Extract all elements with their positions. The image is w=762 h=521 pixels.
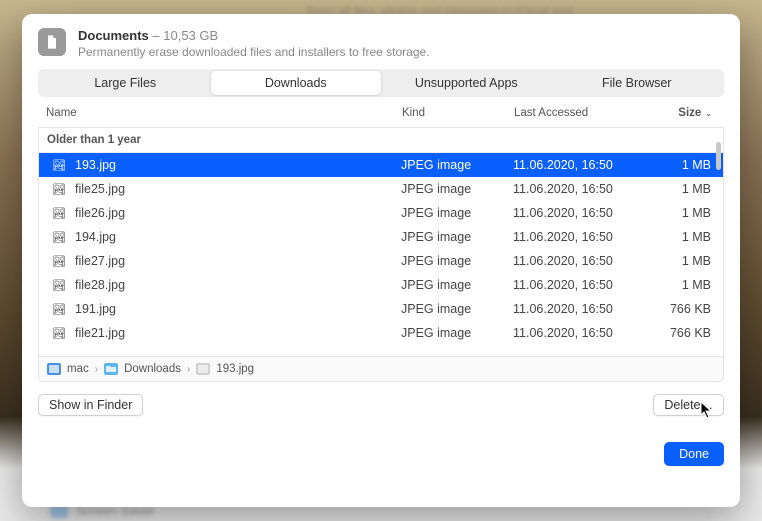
file-size: 1 MB	[659, 278, 715, 292]
header-size: – 10,53 GB	[152, 28, 218, 43]
folder-icon	[104, 363, 118, 375]
header-subtitle: Permanently erase downloaded files and i…	[78, 45, 430, 59]
table-row[interactable]: 🏞 193.jpgJPEG image11.06.2020, 16:501 MB	[39, 153, 723, 177]
header-title-row: Documents – 10,53 GB	[78, 28, 430, 43]
image-file-icon: 🏞	[51, 183, 67, 196]
sort-caret-icon: ⌄	[705, 109, 712, 118]
file-last-accessed: 11.06.2020, 16:50	[513, 182, 659, 196]
table-row[interactable]: 🏞 file26.jpgJPEG image11.06.2020, 16:501 …	[39, 201, 723, 225]
sheet-footer: Show in Finder Delete…	[38, 382, 724, 416]
col-header-kind[interactable]: Kind	[402, 107, 514, 119]
image-file-icon: 🏞	[51, 231, 67, 244]
column-headers: Name Kind Last Accessed Size⌄	[38, 97, 724, 128]
breadcrumb-folder[interactable]: Downloads	[124, 363, 181, 375]
image-file-icon: 🏞	[51, 207, 67, 220]
file-last-accessed: 11.06.2020, 16:50	[513, 302, 659, 316]
image-file-icon: 🏞	[51, 279, 67, 292]
storage-management-sheet: Documents – 10,53 GB Permanently erase d…	[22, 14, 740, 507]
file-last-accessed: 11.06.2020, 16:50	[513, 254, 659, 268]
file-list-container: Older than 1 year 🏞193.jpgJPEG image11.0…	[38, 128, 724, 382]
file-size: 1 MB	[659, 158, 715, 172]
file-name: file25.jpg	[75, 182, 401, 196]
file-kind: JPEG image	[401, 326, 513, 340]
sheet-header: Documents – 10,53 GB Permanently erase d…	[38, 28, 724, 59]
file-kind: JPEG image	[401, 182, 513, 196]
chevron-right-icon: ›	[187, 364, 190, 375]
group-header: Older than 1 year	[39, 128, 723, 153]
header-title: Documents	[78, 28, 149, 43]
image-file-icon: 🏞	[51, 159, 67, 172]
file-last-accessed: 11.06.2020, 16:50	[513, 326, 659, 340]
file-name: file28.jpg	[75, 278, 401, 292]
col-header-name[interactable]: Name	[46, 107, 402, 119]
file-kind: JPEG image	[401, 158, 513, 172]
file-kind: JPEG image	[401, 206, 513, 220]
col-header-size[interactable]: Size⌄	[660, 107, 716, 119]
file-size: 1 MB	[659, 254, 715, 268]
tab-unsupported-apps[interactable]: Unsupported Apps	[381, 71, 552, 95]
show-in-finder-button[interactable]: Show in Finder	[38, 394, 143, 416]
image-file-icon: 🏞	[51, 327, 67, 340]
file-size: 1 MB	[659, 182, 715, 196]
file-name: 194.jpg	[75, 230, 401, 244]
file-kind: JPEG image	[401, 302, 513, 316]
file-size: 1 MB	[659, 230, 715, 244]
file-kind: JPEG image	[401, 278, 513, 292]
image-file-icon: 🏞	[51, 303, 67, 316]
table-row[interactable]: 🏞 file28.jpgJPEG image11.06.2020, 16:501 …	[39, 273, 723, 297]
file-size: 766 KB	[659, 326, 715, 340]
table-row[interactable]: 🏞 194.jpgJPEG image11.06.2020, 16:501 MB	[39, 225, 723, 249]
file-name: 193.jpg	[75, 158, 401, 172]
file-size: 1 MB	[659, 206, 715, 220]
file-last-accessed: 11.06.2020, 16:50	[513, 230, 659, 244]
done-button[interactable]: Done	[664, 442, 724, 466]
file-list-scroll[interactable]: Older than 1 year 🏞193.jpgJPEG image11.0…	[39, 128, 723, 356]
category-tabs: Large Files Downloads Unsupported Apps F…	[38, 69, 724, 97]
table-row[interactable]: 🏞 file21.jpgJPEG image11.06.2020, 16:5076…	[39, 321, 723, 345]
image-file-icon: 🏞	[51, 255, 67, 268]
file-last-accessed: 11.06.2020, 16:50	[513, 206, 659, 220]
file-last-accessed: 11.06.2020, 16:50	[513, 158, 659, 172]
breadcrumb-root[interactable]: mac	[67, 363, 89, 375]
file-name: 191.jpg	[75, 302, 401, 316]
tab-large-files[interactable]: Large Files	[40, 71, 211, 95]
tab-downloads[interactable]: Downloads	[211, 71, 382, 95]
file-last-accessed: 11.06.2020, 16:50	[513, 278, 659, 292]
chevron-right-icon: ›	[95, 364, 98, 375]
done-row: Done	[38, 416, 724, 466]
breadcrumb: mac › Downloads › 193.jpg	[39, 356, 723, 381]
file-name: file21.jpg	[75, 326, 401, 340]
delete-button[interactable]: Delete…	[653, 394, 724, 416]
breadcrumb-file[interactable]: 193.jpg	[216, 363, 254, 375]
disk-icon	[47, 363, 61, 375]
image-file-icon	[196, 363, 210, 375]
file-kind: JPEG image	[401, 230, 513, 244]
table-row[interactable]: 🏞 file27.jpgJPEG image11.06.2020, 16:501 …	[39, 249, 723, 273]
scrollbar-thumb[interactable]	[716, 142, 721, 170]
table-row[interactable]: 🏞 191.jpgJPEG image11.06.2020, 16:50766 K…	[39, 297, 723, 321]
file-kind: JPEG image	[401, 254, 513, 268]
file-size: 766 KB	[659, 302, 715, 316]
col-header-last-accessed[interactable]: Last Accessed	[514, 107, 660, 119]
file-name: file27.jpg	[75, 254, 401, 268]
file-name: file26.jpg	[75, 206, 401, 220]
tab-file-browser[interactable]: File Browser	[552, 71, 723, 95]
documents-icon	[38, 28, 66, 56]
table-row[interactable]: 🏞 file25.jpgJPEG image11.06.2020, 16:501 …	[39, 177, 723, 201]
